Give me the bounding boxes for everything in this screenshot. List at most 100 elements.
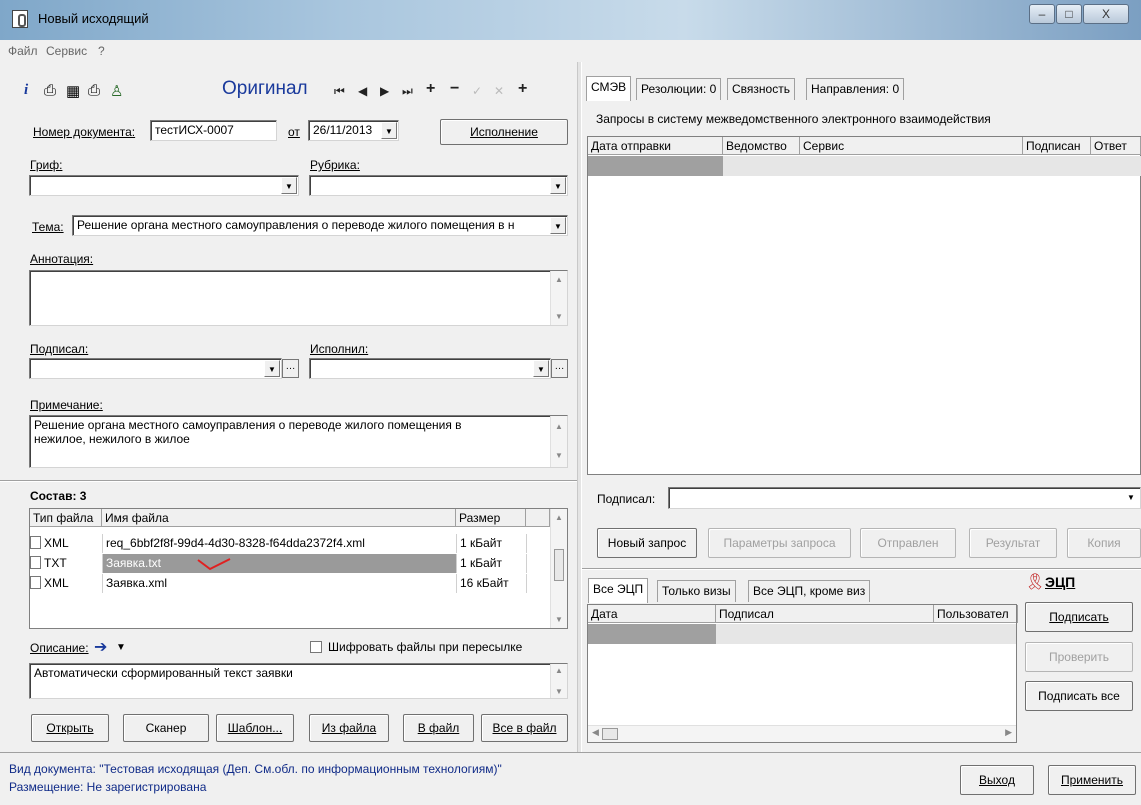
ecp-hscroll-thumb[interactable] <box>602 728 618 740</box>
sign-button[interactable]: Подписать <box>1025 602 1133 632</box>
col-department[interactable]: Ведомство <box>723 137 800 155</box>
open-button[interactable]: Открыть <box>31 714 109 742</box>
col-signed[interactable]: Подписан <box>1023 137 1091 155</box>
executed-select[interactable]: ▼ <box>309 358 551 379</box>
tab-connectivity[interactable]: Связность <box>727 78 795 100</box>
grif-select[interactable]: ▼ <box>29 175 299 196</box>
selected-row-cell[interactable] <box>588 156 723 176</box>
note-scrollbar[interactable]: ▲ ▼ <box>550 416 567 467</box>
tab-smev[interactable]: СМЭВ <box>586 76 632 101</box>
col-file-type[interactable]: Тип файла <box>30 509 102 527</box>
menu-help[interactable]: ? <box>98 44 105 58</box>
tab-resolutions[interactable]: Резолюции: 0 <box>636 78 722 100</box>
col-answer[interactable]: Ответ <box>1091 137 1141 155</box>
composition-title: Состав: 3 <box>30 489 87 503</box>
template-button[interactable]: Шаблон... <box>216 714 294 742</box>
to-file-button[interactable]: В файл <box>403 714 474 742</box>
col-file-size[interactable]: Размер <box>456 509 526 527</box>
description-scrollbar[interactable]: ▲ ▼ <box>550 664 567 698</box>
menu-file[interactable]: Файл <box>8 44 38 58</box>
files-scrollbar[interactable]: ▲ ▼ <box>550 509 567 628</box>
request-params-button[interactable]: Параметры запроса <box>708 528 851 558</box>
next-record-icon[interactable]: ▶ <box>380 84 389 98</box>
execution-button[interactable]: Исполнение <box>440 119 568 145</box>
date-picker[interactable]: 26/11/2013 ▼ <box>308 120 399 141</box>
result-button[interactable]: Результат <box>969 528 1057 558</box>
add-copy-icon[interactable]: + <box>518 80 527 98</box>
new-request-button[interactable]: Новый запрос <box>597 528 697 558</box>
ecp-empty-row[interactable] <box>716 624 1016 644</box>
col-send-date[interactable]: Дата отправки <box>588 137 723 155</box>
col-date[interactable]: Дата <box>588 605 716 623</box>
ecp-selected-cell[interactable] <box>588 624 716 644</box>
placement-status: Размещение: Не зарегистрирована <box>9 780 207 794</box>
apply-button[interactable]: Применить <box>1048 765 1136 795</box>
sign-all-button[interactable]: Подписать все <box>1025 681 1133 711</box>
file-icon <box>30 576 41 589</box>
rubric-select[interactable]: ▼ <box>309 175 568 196</box>
close-button[interactable]: X <box>1083 4 1129 24</box>
smev-signed-select[interactable]: ▼ <box>668 487 1141 509</box>
print-icon[interactable]: ⎙ <box>44 82 56 99</box>
note-textarea[interactable]: Решение органа местного самоуправления о… <box>29 415 568 468</box>
col-service[interactable]: Сервис <box>800 137 1023 155</box>
col-user[interactable]: Пользовател <box>934 605 1018 623</box>
remove-icon[interactable]: − <box>450 80 459 98</box>
signed-more-button[interactable]: … <box>282 359 299 378</box>
tab-directions[interactable]: Направления: 0 <box>806 78 905 100</box>
table-row-selected[interactable]: TXT Заявка.txt 1 кБайт <box>27 554 527 573</box>
cancel-icon[interactable]: ✕ <box>494 84 504 98</box>
verify-button[interactable]: Проверить <box>1025 642 1133 672</box>
theme-select[interactable]: Решение органа местного самоуправления о… <box>72 215 568 236</box>
scanner-button[interactable]: Сканер <box>123 714 209 742</box>
col-file-name[interactable]: Имя файла <box>102 509 456 527</box>
ecp-hscrollbar[interactable]: ◀ ▶ <box>588 725 1016 742</box>
exit-button[interactable]: Выход <box>960 765 1034 795</box>
doc-type-status: Вид документа: "Тестовая исходящая (Деп.… <box>9 762 502 776</box>
copy-button[interactable]: Копия <box>1067 528 1141 558</box>
chevron-down-icon[interactable]: ▼ <box>281 177 297 194</box>
smev-table-header: Дата отправки Ведомство Сервис Подписан … <box>588 137 1141 155</box>
menu-service[interactable]: Сервис <box>46 44 87 58</box>
chevron-down-icon[interactable]: ▼ <box>550 177 566 194</box>
user-check-icon[interactable]: ♙ <box>110 82 123 100</box>
chevron-down-icon[interactable]: ▼ <box>381 122 397 139</box>
chevron-down-icon[interactable]: ▼ <box>1123 489 1139 507</box>
chevron-down-icon[interactable]: ▼ <box>264 360 280 377</box>
tab-all-except-visas[interactable]: Все ЭЦП, кроме виз <box>748 580 871 602</box>
executed-more-button[interactable]: … <box>551 359 568 378</box>
minimize-button[interactable]: – <box>1029 4 1055 24</box>
first-record-icon[interactable]: ⏮ <box>334 84 345 99</box>
empty-row[interactable] <box>723 156 1141 176</box>
confirm-icon[interactable]: ✓ <box>472 84 482 98</box>
file-icon <box>30 536 41 549</box>
arrow-right-icon[interactable]: ➔ <box>94 637 107 657</box>
files-scroll-thumb[interactable] <box>554 549 564 581</box>
prev-record-icon[interactable]: ◀ <box>358 84 367 98</box>
annotation-textarea[interactable]: ▲ ▼ <box>29 270 568 326</box>
sent-button[interactable]: Отправлен <box>860 528 956 558</box>
signed-select[interactable]: ▼ <box>29 358 282 379</box>
note-label: Примечание: <box>30 398 103 412</box>
chevron-down-icon[interactable]: ▼ <box>116 642 126 653</box>
all-to-file-button[interactable]: Все в файл <box>481 714 568 742</box>
last-record-icon[interactable]: ⏭ <box>402 84 413 99</box>
doc-number-input[interactable]: тестИСХ-0007 <box>150 120 277 141</box>
annotation-scrollbar[interactable]: ▲ ▼ <box>550 271 567 325</box>
from-file-button[interactable]: Из файла <box>309 714 389 742</box>
list-icon[interactable]: ▦ <box>66 82 80 100</box>
maximize-button[interactable]: □ <box>1056 4 1082 24</box>
print-preview-icon[interactable]: ⎙ <box>88 82 100 99</box>
tab-all-ecp[interactable]: Все ЭЦП <box>588 578 649 603</box>
table-row[interactable]: XML Заявка.xml 16 кБайт <box>27 574 527 593</box>
chevron-down-icon[interactable]: ▼ <box>533 360 549 377</box>
description-textarea[interactable]: Автоматически сформированный текст заявк… <box>29 663 568 699</box>
chevron-down-icon[interactable]: ▼ <box>550 217 566 234</box>
col-signer[interactable]: Подписал <box>716 605 934 623</box>
add-icon[interactable]: + <box>426 80 435 98</box>
table-row[interactable]: XML req_6bbf2f8f-99d4-4d30-8328-f64dda23… <box>27 534 527 553</box>
tab-only-visas[interactable]: Только визы <box>657 580 736 602</box>
section-divider <box>0 480 577 482</box>
encrypt-checkbox[interactable] <box>310 641 322 653</box>
info-icon[interactable]: i <box>24 82 28 99</box>
